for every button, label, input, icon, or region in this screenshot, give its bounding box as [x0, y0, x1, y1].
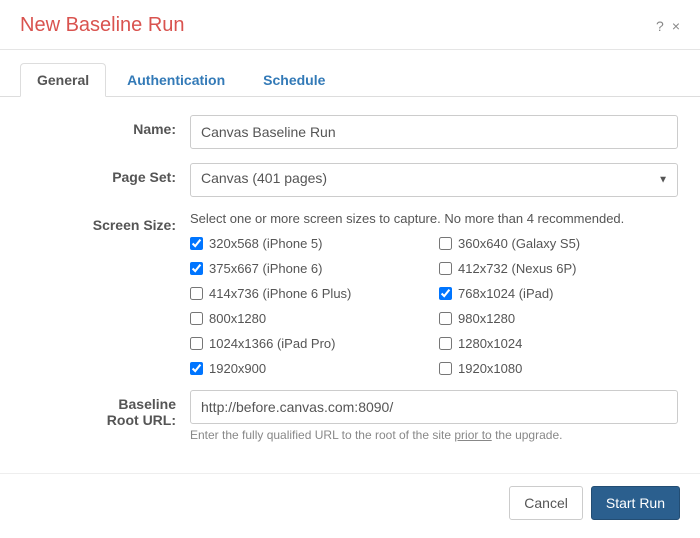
screensize-option-label: 360x640 (Galaxy S5)	[458, 236, 580, 251]
screensize-option-label: 1920x900	[209, 361, 266, 376]
screensize-checkbox[interactable]	[190, 237, 203, 250]
dialog-header: New Baseline Run ? ×	[0, 0, 700, 50]
screensize-option[interactable]: 1280x1024	[439, 336, 678, 351]
dialog-title: New Baseline Run	[20, 14, 185, 37]
screensize-option-label: 980x1280	[458, 311, 515, 326]
screensize-option[interactable]: 800x1280	[190, 311, 429, 326]
screensize-grid: 320x568 (iPhone 5) 360x640 (Galaxy S5) 375…	[190, 236, 678, 376]
row-pageset: Page Set: Canvas (401 pages) ▼	[22, 163, 678, 197]
dialog-footer: Cancel Start Run	[0, 473, 700, 538]
tab-schedule[interactable]: Schedule	[246, 63, 342, 97]
screensize-label: Screen Size:	[22, 211, 190, 233]
screensize-option-label: 800x1280	[209, 311, 266, 326]
screensize-checkbox[interactable]	[439, 337, 452, 350]
close-icon[interactable]: ×	[672, 19, 680, 33]
screensize-option[interactable]: 1920x1080	[439, 361, 678, 376]
form-content: Name: Page Set: Canvas (401 pages) ▼ Scr…	[0, 97, 700, 473]
screensize-checkbox[interactable]	[439, 362, 452, 375]
cancel-button[interactable]: Cancel	[509, 486, 583, 520]
screensize-option-label: 320x568 (iPhone 5)	[209, 236, 322, 251]
row-screensize: Screen Size: Select one or more screen s…	[22, 211, 678, 376]
pageset-label: Page Set:	[22, 163, 190, 185]
new-baseline-run-dialog: New Baseline Run ? × General Authenticat…	[0, 0, 700, 538]
screensize-option-label: 1920x1080	[458, 361, 522, 376]
screensize-option[interactable]: 375x667 (iPhone 6)	[190, 261, 429, 276]
pageset-select[interactable]: Canvas (401 pages)	[190, 163, 678, 197]
screensize-option-label: 1024x1366 (iPad Pro)	[209, 336, 335, 351]
screensize-option-label: 412x732 (Nexus 6P)	[458, 261, 577, 276]
screensize-checkbox[interactable]	[439, 262, 452, 275]
baseline-url-label: Baseline Root URL:	[22, 390, 190, 428]
screensize-option[interactable]: 320x568 (iPhone 5)	[190, 236, 429, 251]
screensize-option[interactable]: 1920x900	[190, 361, 429, 376]
baseline-url-input[interactable]	[190, 390, 678, 424]
screensize-option[interactable]: 980x1280	[439, 311, 678, 326]
row-baseline-url: Baseline Root URL: Enter the fully quali…	[22, 390, 678, 442]
screensize-option[interactable]: 1024x1366 (iPad Pro)	[190, 336, 429, 351]
screensize-option[interactable]: 768x1024 (iPad)	[439, 286, 678, 301]
dialog-header-actions: ? ×	[656, 19, 680, 33]
screensize-option-label: 414x736 (iPhone 6 Plus)	[209, 286, 351, 301]
tab-bar: General Authentication Schedule	[0, 50, 700, 97]
name-input[interactable]	[190, 115, 678, 149]
tab-authentication[interactable]: Authentication	[110, 63, 242, 97]
screensize-option[interactable]: 412x732 (Nexus 6P)	[439, 261, 678, 276]
screensize-option-label: 375x667 (iPhone 6)	[209, 261, 322, 276]
screensize-checkbox[interactable]	[190, 262, 203, 275]
start-run-button[interactable]: Start Run	[591, 486, 680, 520]
screensize-checkbox[interactable]	[439, 287, 452, 300]
screensize-checkbox[interactable]	[439, 237, 452, 250]
screensize-option-label: 768x1024 (iPad)	[458, 286, 553, 301]
row-name: Name:	[22, 115, 678, 149]
screensize-checkbox[interactable]	[439, 312, 452, 325]
screensize-checkbox[interactable]	[190, 362, 203, 375]
baseline-url-help: Enter the fully qualified URL to the roo…	[190, 428, 678, 442]
tab-general[interactable]: General	[20, 63, 106, 97]
screensize-checkbox[interactable]	[190, 337, 203, 350]
name-label: Name:	[22, 115, 190, 137]
screensize-checkbox[interactable]	[190, 287, 203, 300]
screensize-option-label: 1280x1024	[458, 336, 522, 351]
screensize-checkbox[interactable]	[190, 312, 203, 325]
screensize-hint: Select one or more screen sizes to captu…	[190, 211, 678, 226]
help-icon[interactable]: ?	[656, 19, 664, 33]
screensize-option[interactable]: 360x640 (Galaxy S5)	[439, 236, 678, 251]
screensize-option[interactable]: 414x736 (iPhone 6 Plus)	[190, 286, 429, 301]
